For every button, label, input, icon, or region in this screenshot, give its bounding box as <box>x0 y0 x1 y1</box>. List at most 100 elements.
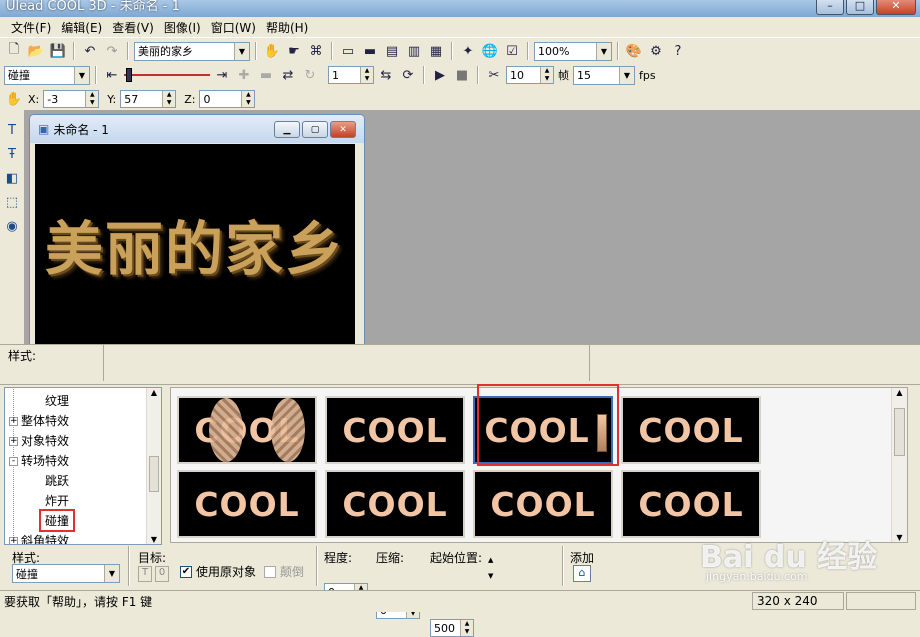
rotate-hand-icon[interactable]: ☛ <box>284 41 304 61</box>
plugin-icon[interactable]: 🎨 <box>624 41 644 61</box>
document-titlebar[interactable]: ▣ 未命名 - 1 ▁ ▢ ✕ <box>30 115 364 143</box>
app-titlebar: Ulead COOL 3D - 未命名 - 1 – □ ✕ <box>0 0 920 17</box>
frame-settings-icon[interactable]: ✂ <box>484 65 504 85</box>
tree-item-overall-effects[interactable]: + 整体特效 <box>9 412 69 429</box>
3d-canvas[interactable]: 美丽的家乡 <box>35 144 355 344</box>
view-top-icon[interactable]: ▬ <box>360 41 380 61</box>
insert-text-icon[interactable]: T <box>2 120 22 140</box>
tree-item-bevel-effects[interactable]: + 斜角特效 <box>9 532 69 544</box>
save-icon[interactable]: 💾 <box>48 41 68 61</box>
zoom-value: 100% <box>538 44 570 58</box>
view-bottom-icon[interactable]: ▦ <box>426 41 446 61</box>
tree-scroll-thumb[interactable] <box>149 456 159 492</box>
timeline-slider[interactable] <box>124 68 210 82</box>
start-position-spinner[interactable]: 500 ▲ ▼ <box>430 619 474 637</box>
repeat-icon[interactable]: ⟳ <box>398 65 418 85</box>
loop-icon[interactable]: ↻ <box>300 65 320 85</box>
undo-icon[interactable]: ↶ <box>80 41 100 61</box>
tree-item-object-effects[interactable]: + 对象特效 <box>9 432 69 449</box>
doc-restore-button[interactable]: ▢ <box>302 121 328 138</box>
zoom-select[interactable]: 100% ▼ <box>534 41 612 61</box>
menu-edit[interactable]: 编辑(E) <box>56 19 107 36</box>
resize-icon[interactable]: ⌘ <box>306 41 326 61</box>
stop-icon[interactable]: ■ <box>452 65 472 85</box>
style-info-cell <box>104 345 590 381</box>
expand-plus-icon[interactable]: + <box>9 437 18 446</box>
tree-item-collide[interactable]: 碰撞 <box>39 509 76 532</box>
maximize-button[interactable]: □ <box>846 0 874 15</box>
tree-item-texture[interactable]: 纹理 <box>45 392 69 409</box>
style-select[interactable]: 碰撞 ▼ <box>12 564 120 583</box>
flip-checkbox[interactable]: 颠倒 <box>264 563 304 580</box>
add-effect-icon[interactable]: ⌂ <box>573 565 591 582</box>
menu-file[interactable]: 文件(F) <box>6 19 56 36</box>
doc-minimize-button[interactable]: ▁ <box>274 121 300 138</box>
add-keyframe-icon[interactable]: ✚ <box>234 65 254 85</box>
menu-help[interactable]: 帮助(H) <box>261 19 313 36</box>
redo-icon[interactable]: ↷ <box>102 41 122 61</box>
pingpong-icon[interactable]: ⇆ <box>376 65 396 85</box>
use-original-checkbox[interactable]: ✔ 使用原对象 <box>180 563 256 580</box>
globe-icon[interactable]: 🌐 <box>480 41 500 61</box>
minimize-button[interactable]: – <box>816 0 844 15</box>
tree-item-explode[interactable]: 炸开 <box>45 492 69 509</box>
view-front-icon[interactable]: ▭ <box>338 41 358 61</box>
camera-icon[interactable]: ◉ <box>2 216 22 236</box>
options-scroll-arrows-icon[interactable]: ▲ ▼ <box>488 552 493 584</box>
scroll-down-icon[interactable]: ▼ <box>147 535 161 544</box>
menu-view[interactable]: 查看(V) <box>107 19 159 36</box>
expand-plus-icon[interactable]: + <box>9 417 18 426</box>
help-pointer-icon[interactable]: ? <box>668 41 688 61</box>
tree-item-transition-effects[interactable]: - 转场特效 <box>9 452 69 469</box>
effect-select[interactable]: 碰撞 ▼ <box>4 65 90 85</box>
gallery-scrollbar[interactable]: ▲ ▼ <box>891 388 907 542</box>
select-object-icon[interactable]: ⬚ <box>2 192 22 212</box>
target-label: 目标: <box>138 551 167 565</box>
scroll-down-icon[interactable]: ▼ <box>892 533 907 542</box>
expand-plus-icon[interactable]: + <box>9 537 18 544</box>
play-icon[interactable]: ▶ <box>430 65 450 85</box>
doc-close-button[interactable]: ✕ <box>330 121 356 138</box>
preview-icon[interactable]: ☑ <box>502 41 522 61</box>
move-hand-icon[interactable]: ✋ <box>262 41 282 61</box>
keyframe-prev-icon[interactable]: ⇤ <box>102 65 122 85</box>
document-icon: ▣ <box>38 122 50 136</box>
lighting-icon[interactable]: ✦ <box>458 41 478 61</box>
gallery-thumb[interactable]: COOL <box>325 396 465 464</box>
keyframe-next-icon[interactable]: ⇥ <box>212 65 232 85</box>
menu-window[interactable]: 窗口(W) <box>206 19 261 36</box>
gallery-thumb[interactable]: COOL <box>621 470 761 538</box>
target-0-button[interactable]: 0 <box>155 566 169 582</box>
scroll-up-icon[interactable]: ▲ <box>892 388 907 397</box>
gallery-thumb[interactable]: COOL <box>177 470 317 538</box>
current-frame-spinner[interactable]: 1 ▲ ▼ <box>328 66 374 84</box>
open-folder-icon[interactable]: 📂 <box>26 41 46 61</box>
close-button[interactable]: ✕ <box>876 0 916 15</box>
text-object-select[interactable]: 美丽的家乡 ▼ <box>134 41 250 61</box>
gallery-thumb[interactable]: COOL <box>473 470 613 538</box>
tree-scrollbar[interactable]: ▲ ▼ <box>146 388 161 544</box>
y-spinner[interactable]: 57 ▲ ▼ <box>120 90 177 108</box>
gallery-thumb[interactable]: COOL <box>621 396 761 464</box>
target-t-button[interactable]: T <box>138 566 152 582</box>
remove-keyframe-icon[interactable]: ▬ <box>256 65 276 85</box>
gallery-scroll-thumb[interactable] <box>894 408 905 456</box>
z-spinner[interactable]: 0 ▲ ▼ <box>199 90 256 108</box>
new-file-icon[interactable]: 🗋 <box>4 41 24 61</box>
view-side-icon[interactable]: ▤ <box>382 41 402 61</box>
view-back-icon[interactable]: ▥ <box>404 41 424 61</box>
settings-icon[interactable]: ⚙ <box>646 41 666 61</box>
tree-item-jump[interactable]: 跳跃 <box>45 472 69 489</box>
edit-text-icon[interactable]: Ŧ <box>2 144 22 164</box>
frame-count-spinner[interactable]: 10 ▲ ▼ <box>506 66 554 84</box>
fps-select[interactable]: 15 ▼ <box>573 65 635 85</box>
insert-shape-icon[interactable]: ◧ <box>2 168 22 188</box>
gallery-thumb[interactable]: COOL <box>177 396 317 464</box>
x-spinner[interactable]: -3 ▲ ▼ <box>43 90 100 108</box>
gallery-thumb[interactable]: COOL <box>325 470 465 538</box>
reverse-icon[interactable]: ⇄ <box>278 65 298 85</box>
scroll-up-icon[interactable]: ▲ <box>147 388 161 397</box>
menu-image[interactable]: 图像(I) <box>159 19 206 36</box>
hand-tool-icon[interactable]: ✋ <box>4 89 24 109</box>
collapse-minus-icon[interactable]: - <box>9 457 18 466</box>
